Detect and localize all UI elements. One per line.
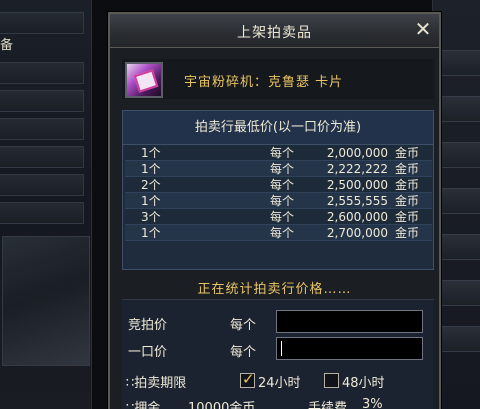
background-slot (0, 146, 84, 168)
bid-price-input[interactable] (276, 310, 423, 333)
price-row[interactable]: 2个 每个 2,500,000 金币 (125, 177, 432, 193)
price-row-price: 2,500,000 (326, 178, 388, 192)
background-slot (0, 62, 84, 84)
background-slot (437, 96, 480, 122)
background-slot (437, 188, 480, 214)
price-row-qty: 1个 (141, 194, 161, 208)
auction-period-label: ∷拍卖期限 (126, 376, 187, 391)
price-row-unit: 金币 (395, 146, 420, 160)
lowest-price-list: 1个 每个 2,000,000 金币 1个 每个 2,222,222 金币 2个… (125, 145, 432, 241)
price-row[interactable]: 1个 每个 2,000,000 金币 (125, 145, 432, 161)
price-row[interactable]: 3个 每个 2,600,000 金币 (125, 209, 432, 225)
buyout-price-input[interactable] (276, 337, 423, 360)
bid-price-label: 竞拍价 (128, 318, 168, 333)
fee-value: 3% (362, 397, 383, 409)
price-row-qty: 1个 (141, 162, 161, 176)
bid-each-label: 每个 (230, 318, 257, 333)
price-row-unit: 金币 (395, 162, 420, 176)
background-left-panel: 备 (0, 0, 92, 409)
window-titlebar[interactable]: 上架拍卖品 ✕ (110, 14, 439, 48)
price-row-unit: 金币 (395, 178, 420, 192)
price-row-each: 每个 (270, 162, 295, 176)
deposit-label: ∷押金 (126, 401, 161, 409)
price-row-price: 2,000,000 (326, 146, 388, 160)
price-row-each: 每个 (270, 178, 295, 192)
background-slot (437, 280, 480, 306)
price-row-each: 每个 (270, 194, 295, 208)
background-slot (0, 202, 84, 224)
background-image (2, 236, 90, 366)
lowest-price-header: 拍卖行最低价(以一口价为准) (123, 111, 433, 145)
text-caret (281, 341, 282, 356)
item-name: 宇宙粉碎机：克鲁瑟 卡片 (184, 75, 344, 90)
price-row-price: 2,555,555 (326, 194, 388, 208)
price-row-unit: 金币 (395, 194, 420, 208)
price-row-price: 2,700,000 (326, 226, 388, 240)
period-48h-label[interactable]: 48小时 (342, 372, 385, 391)
buyout-each-label: 每个 (230, 345, 257, 360)
buyout-price-label: 一口价 (128, 345, 168, 360)
item-card-icon[interactable] (125, 62, 163, 98)
price-row-unit: 金币 (395, 226, 420, 240)
price-row-qty: 1个 (141, 146, 161, 160)
background-slot (437, 326, 480, 352)
period-24h-label[interactable]: 24小时 (258, 372, 301, 391)
price-row-price: 2,600,000 (326, 210, 388, 224)
period-48h-checkbox[interactable] (324, 373, 339, 388)
auction-listing-window: 上架拍卖品 ✕ 宇宙粉碎机：克鲁瑟 卡片 拍卖行最低价(以一口价为准) 1个 每… (108, 12, 441, 409)
price-row-each: 每个 (270, 210, 295, 224)
deposit-value: 10000金币 (188, 401, 256, 409)
period-24h-checkbox[interactable] (240, 370, 255, 388)
price-row[interactable]: 1个 每个 2,222,222 金币 (125, 161, 432, 177)
background-slot (0, 174, 84, 196)
close-button[interactable]: ✕ (411, 19, 435, 41)
listing-form: 竞拍价 每个 一口价 每个 ∷拍卖期限 24小时 48小时 ∷押金 10000金… (122, 299, 434, 409)
background-slot (437, 50, 480, 76)
price-row-unit: 金币 (395, 210, 420, 224)
item-row: 宇宙粉碎机：克鲁瑟 卡片 (122, 59, 434, 99)
background-slot (437, 234, 480, 260)
price-row-qty: 1个 (141, 226, 161, 240)
price-row-price: 2,222,222 (326, 162, 388, 176)
status-text: 正在统计拍卖行价格…… (197, 282, 352, 297)
background-slot (0, 118, 84, 140)
background-slot (437, 142, 480, 168)
price-row-qty: 3个 (141, 210, 161, 224)
fee-label: 手续费 (308, 401, 348, 409)
lowest-price-panel: 拍卖行最低价(以一口价为准) 1个 每个 2,000,000 金币 1个 每个 … (122, 110, 434, 270)
price-row[interactable]: 1个 每个 2,700,000 金币 (125, 225, 432, 241)
background-slot (0, 90, 84, 112)
price-row-each: 每个 (270, 226, 295, 240)
background-slot (0, 12, 84, 34)
price-row-qty: 2个 (141, 178, 161, 192)
background-left-label: 备 (0, 38, 14, 53)
price-row-each: 每个 (270, 146, 295, 160)
window-title: 上架拍卖品 (237, 25, 312, 41)
price-row[interactable]: 1个 每个 2,555,555 金币 (125, 193, 432, 209)
